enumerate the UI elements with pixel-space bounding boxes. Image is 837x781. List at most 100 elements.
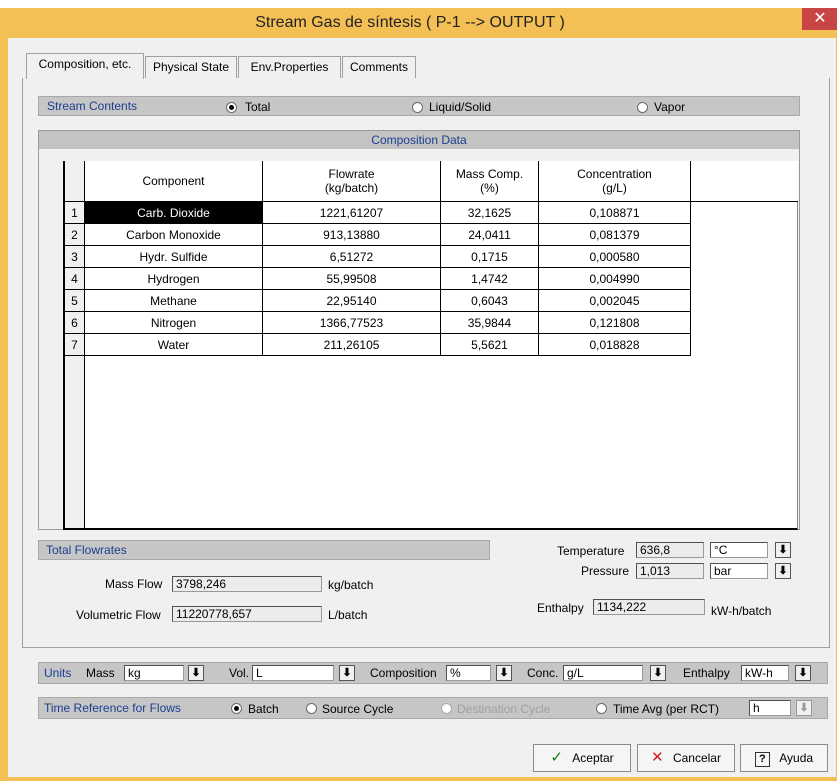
row-number[interactable]: 3 <box>65 246 85 268</box>
accept-button-label: Aceptar <box>572 751 614 765</box>
units-vol-select[interactable]: L <box>252 665 334 681</box>
cell-flowrate[interactable]: 1221,61207 <box>263 202 441 224</box>
enthalpy-label: Enthalpy <box>537 601 584 615</box>
radio-batch[interactable] <box>231 703 242 714</box>
row-number[interactable]: 1 <box>65 202 85 224</box>
radio-liquid-solid-label[interactable]: Liquid/Solid <box>429 99 491 115</box>
help-button[interactable]: ? Ayuda <box>740 744 828 772</box>
row-number[interactable]: 7 <box>65 334 85 356</box>
cell-concentration[interactable]: 0,081379 <box>539 224 691 246</box>
cancel-button-label: Cancelar <box>672 751 721 765</box>
radio-batch-label[interactable]: Batch <box>248 701 279 717</box>
temperature-field[interactable]: 636,8 <box>636 542 704 558</box>
units-conc-select[interactable]: g/L <box>563 665 643 681</box>
radio-source-cycle[interactable] <box>306 703 317 714</box>
row-number[interactable]: 5 <box>65 290 85 312</box>
vol-flow-unit: L/batch <box>328 608 368 622</box>
pressure-field[interactable]: 1,013 <box>636 563 704 579</box>
accept-button[interactable]: ✓ Aceptar <box>533 744 631 772</box>
temperature-unit-select[interactable]: °C <box>710 542 768 558</box>
check-icon: ✓ <box>550 749 563 766</box>
arrow-down-icon: ⬇ <box>798 667 808 679</box>
window-title: Stream Gas de síntesis ( P-1 --> OUTPUT … <box>255 14 565 31</box>
time-unit-select[interactable]: h <box>749 700 791 716</box>
radio-time-avg-label[interactable]: Time Avg (per RCT) <box>613 701 719 717</box>
cell-mass-comp[interactable]: 1,4742 <box>441 268 539 290</box>
temperature-label: Temperature <box>557 544 625 558</box>
units-conc-dropdown[interactable]: ⬇ <box>650 665 666 681</box>
cell-concentration[interactable]: 0,108871 <box>539 202 691 224</box>
radio-vapor[interactable] <box>637 102 648 113</box>
radio-liquid-solid[interactable] <box>412 102 423 113</box>
mass-flow-unit: kg/batch <box>328 578 374 592</box>
units-composition-select[interactable]: % <box>446 665 491 681</box>
units-enthalpy-dropdown[interactable]: ⬇ <box>795 665 811 681</box>
grid-corner <box>65 161 85 202</box>
cell-flowrate[interactable]: 55,99508 <box>263 268 441 290</box>
cell-component[interactable]: Nitrogen <box>85 312 263 334</box>
units-enthalpy-label: Enthalpy <box>683 666 730 680</box>
cell-flowrate[interactable]: 22,95140 <box>263 290 441 312</box>
cell-concentration[interactable]: 0,000580 <box>539 246 691 268</box>
tab-composition[interactable]: Composition, etc. <box>26 53 144 79</box>
header-mass-comp: Mass Comp. (%) <box>441 161 539 202</box>
units-mass-dropdown[interactable]: ⬇ <box>188 665 204 681</box>
cancel-button[interactable]: ✕ Cancelar <box>637 744 735 772</box>
cell-concentration[interactable]: 0,018828 <box>539 334 691 356</box>
cell-flowrate[interactable]: 913,13880 <box>263 224 441 246</box>
close-icon: ✕ <box>813 10 827 27</box>
row-number[interactable]: 2 <box>65 224 85 246</box>
radio-time-avg[interactable] <box>596 703 607 714</box>
tab-comments[interactable]: Comments <box>342 56 416 78</box>
cell-mass-comp[interactable]: 0,1715 <box>441 246 539 268</box>
units-vol-label: Vol. <box>229 666 250 680</box>
arrow-down-icon: ⬇ <box>778 565 788 577</box>
time-ref-label: Time Reference for Flows <box>44 701 181 715</box>
cell-component[interactable]: Water <box>85 334 263 356</box>
cell-flowrate[interactable]: 211,26105 <box>263 334 441 356</box>
temperature-unit-dropdown[interactable]: ⬇ <box>775 542 791 558</box>
cell-concentration[interactable]: 0,002045 <box>539 290 691 312</box>
row-number[interactable]: 6 <box>65 312 85 334</box>
cell-mass-comp[interactable]: 32,1625 <box>441 202 539 224</box>
radio-vapor-label[interactable]: Vapor <box>654 99 685 115</box>
units-conc-label: Conc. <box>527 666 559 680</box>
cell-mass-comp[interactable]: 24,0411 <box>441 224 539 246</box>
cell-component[interactable]: Hydr. Sulfide <box>85 246 263 268</box>
units-mass-label: Mass <box>86 666 115 680</box>
radio-source-cycle-label[interactable]: Source Cycle <box>322 701 393 717</box>
background-strip <box>0 0 837 8</box>
units-mass-select[interactable]: kg <box>124 665 184 681</box>
cell-concentration[interactable]: 0,004990 <box>539 268 691 290</box>
cell-concentration[interactable]: 0,121808 <box>539 312 691 334</box>
cell-mass-comp[interactable]: 5,5621 <box>441 334 539 356</box>
cell-mass-comp[interactable]: 35,9844 <box>441 312 539 334</box>
radio-destination-cycle <box>441 703 452 714</box>
units-enthalpy-select[interactable]: kW-h <box>741 665 789 681</box>
cell-flowrate[interactable]: 1366,77523 <box>263 312 441 334</box>
row-number[interactable]: 4 <box>65 268 85 290</box>
vol-flow-label: Volumetric Flow <box>76 608 161 622</box>
mass-flow-label: Mass Flow <box>105 577 163 591</box>
pressure-unit-dropdown[interactable]: ⬇ <box>775 563 791 579</box>
radio-total-label[interactable]: Total <box>245 99 270 115</box>
help-button-label: Ayuda <box>779 751 814 765</box>
x-icon: ✕ <box>651 749 664 766</box>
radio-total[interactable] <box>226 102 237 113</box>
vol-flow-field: 11220778,657 <box>172 606 322 622</box>
tab-env-properties[interactable]: Env.Properties <box>238 56 341 78</box>
cell-flowrate[interactable]: 6,51272 <box>263 246 441 268</box>
cell-component[interactable]: Carbon Monoxide <box>85 224 263 246</box>
close-button[interactable]: ✕ <box>802 8 837 30</box>
cell-component[interactable]: Carb. Dioxide <box>85 202 263 224</box>
tab-physical-state[interactable]: Physical State <box>145 56 237 78</box>
units-label: Units <box>44 666 72 680</box>
pressure-unit-select[interactable]: bar <box>710 563 768 579</box>
cell-component[interactable]: Methane <box>85 290 263 312</box>
arrow-down-icon: ⬇ <box>653 667 663 679</box>
cell-mass-comp[interactable]: 0,6043 <box>441 290 539 312</box>
units-composition-dropdown[interactable]: ⬇ <box>496 665 512 681</box>
cell-component[interactable]: Hydrogen <box>85 268 263 290</box>
help-icon: ? <box>754 752 770 767</box>
units-vol-dropdown[interactable]: ⬇ <box>339 665 355 681</box>
